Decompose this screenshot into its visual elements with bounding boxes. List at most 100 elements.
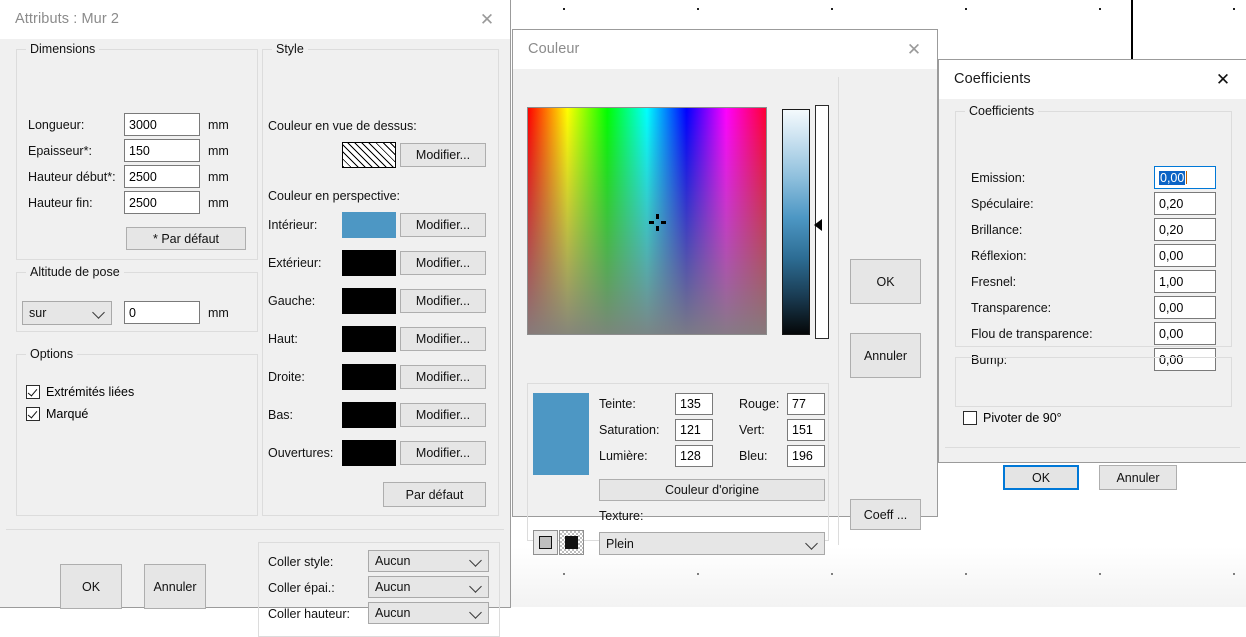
close-icon[interactable]: ✕ bbox=[464, 0, 510, 38]
bas-modify-button[interactable]: Modifier... bbox=[400, 403, 486, 427]
coefficients-title: Coefficients bbox=[954, 71, 1031, 87]
texture-solid-toggle[interactable] bbox=[533, 530, 558, 555]
epaisseur-input[interactable]: 150 bbox=[124, 139, 200, 162]
ouvertures-modify-button[interactable]: Modifier... bbox=[400, 441, 486, 465]
color-preview bbox=[533, 393, 589, 475]
exterieur-modify-button[interactable]: Modifier... bbox=[400, 251, 486, 275]
longueur-input[interactable]: 3000 bbox=[124, 113, 200, 136]
dimensions-default-button[interactable]: * Par défaut bbox=[126, 227, 246, 250]
bleu-input[interactable]: 196 bbox=[787, 445, 825, 467]
top-view-color-swatch[interactable] bbox=[342, 142, 396, 168]
coefficients-cancel-button[interactable]: Annuler bbox=[1099, 465, 1177, 490]
flou-transparence-value: 0,00 bbox=[1159, 327, 1183, 341]
altitude-value-input[interactable]: 0 bbox=[124, 301, 200, 324]
ouvertures-color-swatch[interactable] bbox=[342, 440, 396, 466]
grid-dot bbox=[1233, 8, 1235, 10]
haut-color-swatch[interactable] bbox=[342, 326, 396, 352]
color-field[interactable] bbox=[527, 107, 767, 335]
coefficients-ok-button[interactable]: OK bbox=[1003, 465, 1079, 490]
footer-divider bbox=[6, 529, 504, 530]
lightness-ramp[interactable] bbox=[782, 109, 810, 335]
flou-transparence-input[interactable]: 0,00 bbox=[1154, 322, 1216, 345]
grid-dot bbox=[563, 8, 565, 10]
close-icon[interactable]: ✕ bbox=[1200, 60, 1246, 98]
attributs-titlebar[interactable]: Attributs : Mur 2 ✕ bbox=[0, 0, 510, 39]
couleur-titlebar[interactable]: Couleur ✕ bbox=[513, 30, 937, 69]
gauche-modify-button[interactable]: Modifier... bbox=[400, 289, 486, 313]
option-marque[interactable]: Marqué bbox=[26, 407, 88, 421]
altitude-mode-select[interactable]: sur bbox=[22, 301, 112, 325]
interieur-color-swatch[interactable] bbox=[342, 212, 396, 238]
hauteur-debut-unit: mm bbox=[208, 170, 229, 184]
hauteur-fin-input[interactable]: 2500 bbox=[124, 191, 200, 214]
lightness-slider-marker[interactable] bbox=[814, 219, 822, 231]
bleu-label: Bleu: bbox=[739, 449, 768, 463]
options-legend: Options bbox=[26, 347, 77, 361]
couleur-dialog[interactable]: Couleur ✕ Teinte: 135 Saturation: 121 Lu… bbox=[512, 29, 938, 517]
altitude-value: 0 bbox=[129, 306, 136, 320]
exterieur-color-swatch[interactable] bbox=[342, 250, 396, 276]
checkbox-icon[interactable] bbox=[963, 411, 977, 425]
chevron-down-icon bbox=[805, 537, 818, 550]
reflexion-input[interactable]: 0,00 bbox=[1154, 244, 1216, 267]
rouge-value: 77 bbox=[792, 397, 806, 411]
hauteur-debut-value: 2500 bbox=[129, 170, 157, 184]
droite-modify-button[interactable]: Modifier... bbox=[400, 365, 486, 389]
saturation-input[interactable]: 121 bbox=[675, 419, 713, 441]
attributs-dialog[interactable]: Attributs : Mur 2 ✕ Dimensions Longueur:… bbox=[0, 0, 511, 608]
fresnel-input[interactable]: 1,00 bbox=[1154, 270, 1216, 293]
lumiere-value: 128 bbox=[680, 449, 701, 463]
epaisseur-value: 150 bbox=[129, 144, 150, 158]
speculaire-input[interactable]: 0,20 bbox=[1154, 192, 1216, 215]
transparence-input[interactable]: 0,00 bbox=[1154, 296, 1216, 319]
coller-epai-select[interactable]: Aucun bbox=[368, 576, 489, 598]
coller-epai-value: Aucun bbox=[375, 580, 410, 594]
brillance-input[interactable]: 0,20 bbox=[1154, 218, 1216, 241]
haut-modify-button[interactable]: Modifier... bbox=[400, 327, 486, 351]
bas-color-swatch[interactable] bbox=[342, 402, 396, 428]
chevron-down-icon bbox=[469, 554, 482, 567]
couleur-ok-button[interactable]: OK bbox=[850, 259, 921, 304]
texture-select[interactable]: Plein bbox=[599, 532, 825, 555]
lumiere-input[interactable]: 128 bbox=[675, 445, 713, 467]
option-extremites-liees[interactable]: Extrémités liées bbox=[26, 385, 134, 399]
lumiere-label: Lumière: bbox=[599, 449, 648, 463]
checkbox-icon[interactable] bbox=[26, 385, 40, 399]
gauche-color-swatch[interactable] bbox=[342, 288, 396, 314]
couleur-coeff-button[interactable]: Coeff ... bbox=[850, 499, 921, 530]
hauteur-fin-unit: mm bbox=[208, 196, 229, 210]
coller-style-select[interactable]: Aucun bbox=[368, 550, 489, 572]
rouge-input[interactable]: 77 bbox=[787, 393, 825, 415]
texture-transparent-toggle[interactable] bbox=[559, 530, 584, 555]
altitude-legend: Altitude de pose bbox=[26, 265, 124, 279]
chevron-down-icon bbox=[92, 306, 105, 319]
pivoter-90-option[interactable]: Pivoter de 90° bbox=[963, 411, 1062, 425]
coefficients-legend: Coefficients bbox=[965, 104, 1038, 118]
reflexion-value: 0,00 bbox=[1159, 249, 1183, 263]
attributs-cancel-button[interactable]: Annuler bbox=[144, 564, 206, 609]
droite-color-swatch[interactable] bbox=[342, 364, 396, 390]
vert-input[interactable]: 151 bbox=[787, 419, 825, 441]
coefficients-titlebar[interactable]: Coefficients ✕ bbox=[939, 60, 1246, 99]
grid-dot bbox=[965, 8, 967, 10]
close-icon[interactable]: ✕ bbox=[891, 30, 937, 68]
haut-label: Haut: bbox=[268, 332, 298, 346]
longueur-label: Longueur: bbox=[28, 118, 84, 132]
coller-hauteur-select[interactable]: Aucun bbox=[368, 602, 489, 624]
interieur-modify-button[interactable]: Modifier... bbox=[400, 213, 486, 237]
coefficients-dialog[interactable]: Coefficients ✕ Coefficients Emission: 0,… bbox=[938, 59, 1246, 463]
grid-dot bbox=[831, 8, 833, 10]
ouvertures-label: Ouvertures: bbox=[268, 446, 333, 460]
emission-input[interactable]: 0,00 bbox=[1154, 166, 1216, 189]
hauteur-debut-input[interactable]: 2500 bbox=[124, 165, 200, 188]
top-view-modify-button[interactable]: Modifier... bbox=[400, 143, 486, 167]
grid-dot bbox=[697, 8, 699, 10]
original-color-button[interactable]: Couleur d'origine bbox=[599, 479, 825, 501]
couleur-cancel-button[interactable]: Annuler bbox=[850, 333, 921, 378]
attributs-ok-button[interactable]: OK bbox=[60, 564, 122, 609]
teinte-value: 135 bbox=[680, 397, 701, 411]
teinte-input[interactable]: 135 bbox=[675, 393, 713, 415]
longueur-unit: mm bbox=[208, 118, 229, 132]
checkbox-icon[interactable] bbox=[26, 407, 40, 421]
style-default-button[interactable]: Par défaut bbox=[383, 482, 486, 507]
